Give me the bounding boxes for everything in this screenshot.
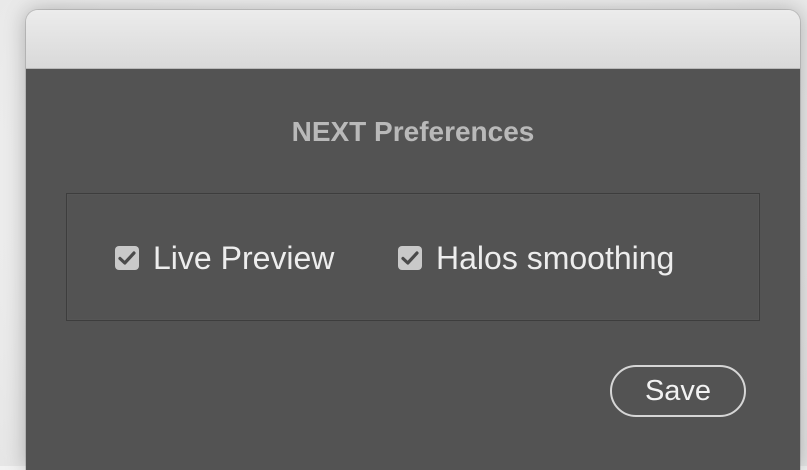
dialog-content: NEXT Preferences Live Preview Halos smoo… [26,69,800,470]
dialog-title: NEXT Preferences [291,116,535,147]
checkmark-icon [118,251,136,265]
live-preview-checkbox[interactable] [115,246,139,270]
window-titlebar[interactable] [26,10,800,69]
halos-smoothing-checkbox[interactable] [398,246,422,270]
options-panel: Live Preview Halos smoothing [66,193,760,321]
desktop-background: NEXT Preferences Live Preview Halos smoo… [0,0,807,470]
preferences-window: NEXT Preferences Live Preview Halos smoo… [26,10,800,470]
halos-smoothing-label: Halos smoothing [436,239,675,276]
live-preview-label: Live Preview [153,239,335,276]
halos-smoothing-option[interactable]: Halos smoothing [398,238,674,278]
live-preview-option[interactable]: Live Preview [115,238,334,278]
save-button[interactable]: Save [610,365,746,417]
checkmark-icon [401,251,419,265]
